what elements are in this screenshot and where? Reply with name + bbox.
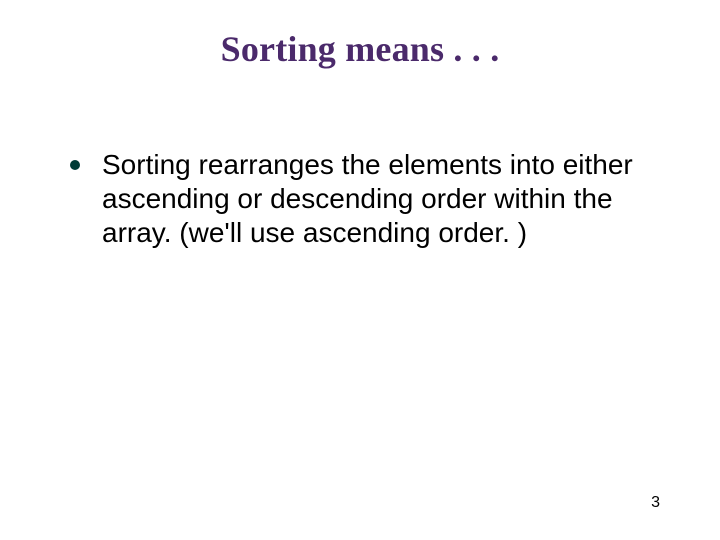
slide-title: Sorting means . . . [50,28,670,70]
list-item: Sorting rearranges the elements into eit… [70,148,670,250]
bullet-icon [70,160,80,170]
bullet-text: Sorting rearranges the elements into eit… [102,149,633,248]
page-number: 3 [651,494,660,512]
bullet-list: Sorting rearranges the elements into eit… [50,148,670,250]
slide-container: Sorting means . . . Sorting rearranges t… [0,0,720,540]
